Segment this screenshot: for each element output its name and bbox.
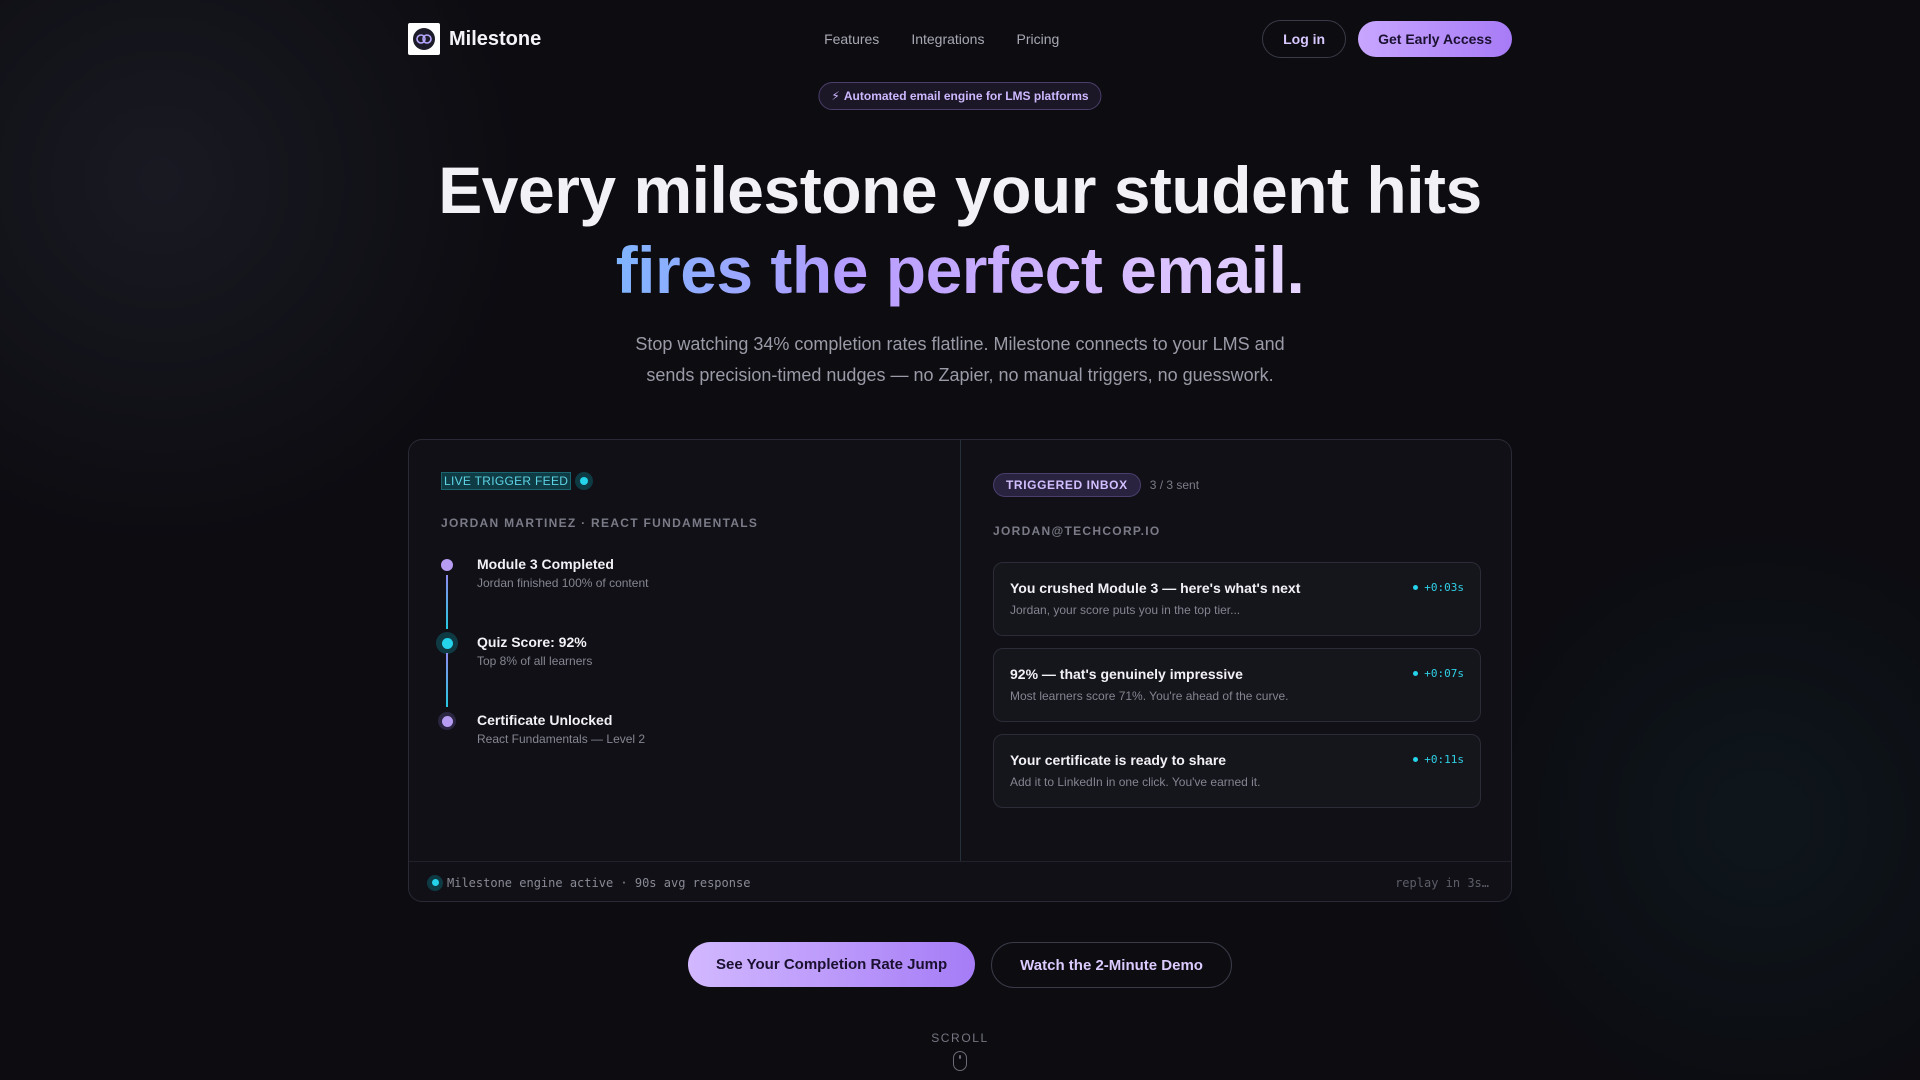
watch-demo-button[interactable]: Watch the 2-Minute Demo <box>991 942 1232 988</box>
sent-dot-icon <box>1413 671 1419 676</box>
demo-panel: LIVE TRIGGER FEED JORDAN MARTINEZ · REAC… <box>408 439 1512 902</box>
login-button[interactable]: Log in <box>1262 20 1347 58</box>
email-subject: 92% — that's genuinely impressive <box>1010 666 1243 682</box>
engine-status-bar: Milestone engine active · 90s avg respon… <box>409 861 1511 901</box>
nav-actions: Log in Get Early Access <box>1262 20 1512 58</box>
email-subject: You crushed Module 3 — here's what's nex… <box>1010 580 1301 596</box>
inbox-sent-count: 3 / 3 sent <box>1149 478 1200 492</box>
brand-name: Milestone <box>449 27 542 50</box>
hero-headline: Every milestone your student hits fires … <box>0 150 1920 310</box>
nav-link-integrations[interactable]: Integrations <box>911 31 984 47</box>
brand-link[interactable]: Milestone <box>408 23 541 55</box>
email-preview: Most learners score 71%. You're ahead of… <box>1010 689 1289 703</box>
timeline-event: Quiz Score: 92% Top 8% of all learners <box>436 632 921 711</box>
email-card[interactable]: You crushed Module 3 — here's what's nex… <box>993 562 1481 636</box>
sent-dot-icon <box>1413 585 1419 590</box>
trigger-feed: LIVE TRIGGER FEED JORDAN MARTINEZ · REAC… <box>409 440 961 861</box>
inbox-tag: TRIGGERED INBOX 3 / 3 sent <box>993 473 1199 497</box>
get-early-access-button[interactable]: Get Early Access <box>1358 21 1512 57</box>
timeline-event: Certificate Unlocked React Fundamentals … <box>438 711 921 789</box>
headline-line-1: Every milestone your student hits <box>438 153 1482 227</box>
nav-links: Features Integrations Pricing <box>824 31 1059 47</box>
headline-line-2: fires the perfect email. <box>616 230 1305 310</box>
triggered-inbox: TRIGGERED INBOX 3 / 3 sent JORDAN@TECHCO… <box>961 440 1511 861</box>
event-dot-icon <box>438 712 456 730</box>
scroll-label: SCROLL <box>931 1031 989 1045</box>
event-subtitle: React Fundamentals — Level 2 <box>477 732 646 746</box>
mouse-scroll-icon <box>953 1051 967 1071</box>
lightning-icon: ⚡ <box>831 89 840 103</box>
engine-status: Milestone engine active · 90s avg respon… <box>427 874 751 891</box>
email-preview: Add it to LinkedIn in one click. You've … <box>1010 775 1261 789</box>
event-title: Certificate Unlocked <box>477 712 613 728</box>
timeline-connector <box>446 653 448 707</box>
cta-group: See Your Completion Rate Jump Watch the … <box>0 942 1920 988</box>
event-title: Module 3 Completed <box>477 556 614 572</box>
recipient-address: JORDAN@TECHCORP.IO <box>993 524 1161 538</box>
nav-link-features[interactable]: Features <box>824 31 879 47</box>
event-subtitle: Top 8% of all learners <box>477 654 593 668</box>
engine-status-text: Milestone engine active · 90s avg respon… <box>447 875 751 890</box>
event-subtitle: Jordan finished 100% of content <box>477 576 649 590</box>
sent-dot-icon <box>1413 757 1419 762</box>
hero-badge-text: Automated email engine for LMS platforms <box>843 89 1089 103</box>
top-nav: Milestone Features Integrations Pricing … <box>408 19 1512 59</box>
event-dot-icon <box>441 559 453 571</box>
email-subject: Your certificate is ready to share <box>1010 752 1227 768</box>
replay-countdown: replay in 3s… <box>1395 875 1489 890</box>
email-timestamp: +0:11s <box>1413 753 1464 766</box>
live-trigger-label: LIVE TRIGGER FEED <box>441 472 572 490</box>
email-card[interactable]: Your certificate is ready to share Add i… <box>993 734 1481 808</box>
timeline-event: Module 3 Completed Jordan finished 100% … <box>441 555 921 633</box>
event-active-dot-icon <box>436 632 458 654</box>
event-timeline: Module 3 Completed Jordan finished 100% … <box>436 555 921 789</box>
email-list: You crushed Module 3 — here's what's nex… <box>993 562 1481 820</box>
timeline-connector <box>446 575 448 629</box>
email-card[interactable]: 92% — that's genuinely impressive Most l… <box>993 648 1481 722</box>
event-title: Quiz Score: 92% <box>477 634 587 650</box>
completion-rate-button[interactable]: See Your Completion Rate Jump <box>688 942 976 987</box>
milestone-logo-icon <box>408 23 440 55</box>
hero-subtitle: Stop watching 34% completion rates flatl… <box>635 334 1285 385</box>
live-pulse-icon <box>575 472 594 490</box>
nav-link-pricing[interactable]: Pricing <box>1016 31 1059 47</box>
live-trigger-tag: LIVE TRIGGER FEED <box>441 472 594 490</box>
email-timestamp: +0:07s <box>1413 667 1464 680</box>
email-preview: Jordan, your score puts you in the top t… <box>1010 603 1241 617</box>
email-timestamp: +0:03s <box>1413 581 1464 594</box>
student-caption: JORDAN MARTINEZ · REACT FUNDAMENTALS <box>441 516 759 530</box>
scroll-indicator[interactable]: SCROLL <box>0 1031 1920 1071</box>
inbox-label: TRIGGERED INBOX <box>993 473 1141 497</box>
status-pulse-icon <box>427 874 443 891</box>
hero-badge: ⚡ Automated email engine for LMS platfor… <box>818 82 1102 110</box>
